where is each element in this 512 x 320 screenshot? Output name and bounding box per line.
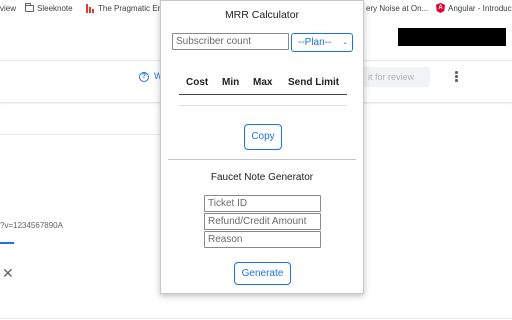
table-divider — [179, 105, 347, 106]
section-divider — [168, 159, 356, 160]
extension-popup: MRR Calculator --Plan-- ⌄ Cost Min Max S… — [160, 0, 364, 294]
generate-button[interactable]: Generate — [234, 262, 291, 285]
video-url-text: ?v=1234567890A — [0, 221, 63, 230]
more-options-icon[interactable] — [455, 71, 458, 83]
active-tab-indicator — [0, 242, 14, 244]
column-header-max: Max — [253, 77, 273, 88]
results-table-header: Cost Min Max Send Limit — [179, 77, 347, 95]
bookmark-angular[interactable]: A Angular - Introduc — [436, 3, 512, 13]
close-icon[interactable]: ✕ — [2, 266, 14, 280]
column-header-cost: Cost — [186, 77, 209, 88]
bookmark-label: Sleeknote — [37, 3, 73, 13]
redacted-area — [398, 28, 506, 46]
folder-icon — [25, 2, 34, 12]
bookmark-label: The Pragmatic En — [98, 3, 163, 13]
bookmark-label: ery Noise at On... — [366, 3, 429, 13]
chevron-down-icon: ⌄ — [342, 39, 348, 46]
plan-select-value: --Plan-- — [298, 37, 332, 48]
bookmark-view[interactable]: view — [0, 3, 16, 13]
bookmark-noise[interactable]: ery Noise at On... — [366, 3, 428, 13]
bookmark-label: view — [0, 3, 17, 13]
divider — [0, 134, 160, 135]
faucet-note-generator-title: Faucet Note Generator — [210, 172, 314, 183]
column-header-min: Min — [222, 77, 240, 88]
bookmark-label: Angular - Introduc — [448, 3, 512, 13]
column-header-send-limit: Send Limit — [288, 77, 340, 88]
angular-icon: A — [436, 3, 445, 13]
mrr-calculator-title: MRR Calculator — [224, 9, 300, 21]
refund-credit-amount-input[interactable] — [204, 213, 321, 230]
subscriber-count-input[interactable] — [172, 33, 289, 50]
ticket-id-input[interactable] — [204, 195, 321, 212]
plan-select[interactable]: --Plan-- ⌄ — [291, 33, 353, 52]
copy-button[interactable]: Copy — [244, 124, 282, 150]
pragmatic-bars-icon — [86, 3, 95, 13]
help-icon[interactable]: ? — [139, 72, 149, 82]
reason-input[interactable] — [204, 231, 321, 248]
bookmark-sleeknote[interactable]: Sleeknote — [25, 2, 73, 13]
bookmark-pragmatic[interactable]: The Pragmatic En — [86, 3, 162, 13]
divider — [0, 318, 512, 319]
